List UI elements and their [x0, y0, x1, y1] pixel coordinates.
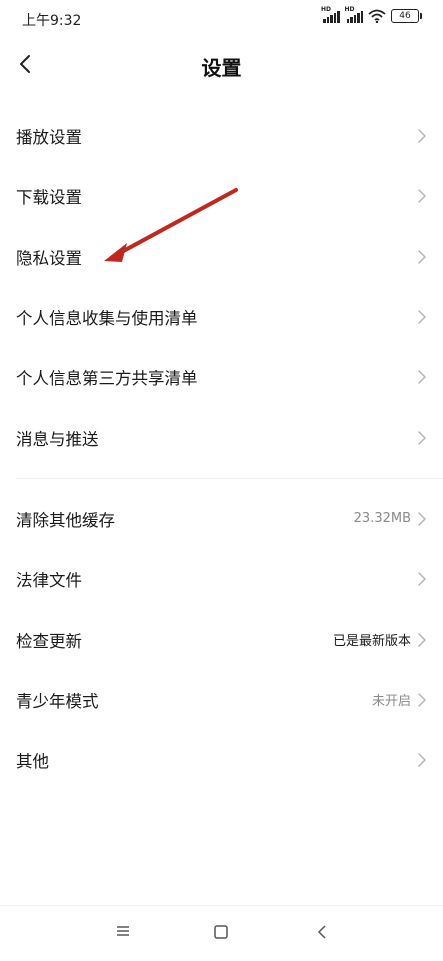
settings-item-label: 下载设置: [16, 188, 82, 208]
signal-icon-2: HD: [345, 6, 363, 23]
chevron-right-icon: [418, 512, 426, 526]
chevron-right-icon: [418, 370, 426, 385]
settings-item-label: 消息与推送: [16, 429, 99, 449]
chevron-right-icon: [418, 753, 426, 767]
menu-icon[interactable]: [115, 924, 131, 938]
battery-icon: 46: [391, 9, 422, 23]
group-divider: [16, 477, 443, 479]
settings-item[interactable]: 清除其他缓存 23.32MB: [0, 489, 443, 549]
settings-item[interactable]: 检查更新 已是最新版本: [0, 609, 443, 669]
settings-item-label: 个人信息收集与使用清单: [16, 309, 198, 329]
signal-icon: HD: [321, 6, 340, 23]
chevron-right-icon: [418, 310, 426, 324]
wifi-icon: [368, 9, 386, 23]
settings-item[interactable]: 法律文件: [0, 549, 443, 609]
back-nav-icon[interactable]: [316, 924, 328, 940]
chevron-right-icon: [418, 249, 426, 264]
settings-item[interactable]: 其他: [0, 730, 443, 790]
chevron-right-icon: [418, 693, 426, 707]
settings-item[interactable]: 个人信息第三方共享清单: [0, 347, 443, 407]
settings-item[interactable]: 个人信息收集与使用清单: [0, 287, 443, 347]
settings-group-2: 清除其他缓存 23.32MB 法律文件检查更新 已是最新版本青少年模式 未开启其他: [0, 489, 443, 790]
page-title: 设置: [201, 56, 242, 80]
settings-item-value: 未开启: [371, 694, 411, 710]
settings-item[interactable]: 隐私设置: [0, 227, 443, 287]
navigation-bar: [0, 905, 443, 961]
settings-item[interactable]: 播放设置: [0, 106, 443, 166]
settings-item-label: 其他: [16, 752, 49, 772]
settings-item-label: 清除其他缓存: [16, 510, 115, 530]
settings-menu: 播放设置 下载设置 隐私设置 个人信息收集与使用清单 个人信息第三方共享清单 消息与推送 …: [0, 106, 443, 790]
settings-item[interactable]: 青少年模式 未开启: [0, 670, 443, 730]
settings-group-1: 播放设置下载设置隐私设置个人信息收集与使用清单 个人信息第三方共享清单 消息与推送: [0, 106, 443, 468]
settings-item-label: 个人信息第三方共享清单: [16, 369, 198, 389]
chevron-right-icon: [418, 129, 426, 143]
settings-item[interactable]: 消息与推送: [0, 407, 443, 467]
chevron-right-icon: [418, 430, 426, 445]
settings-item-label: 播放设置: [16, 128, 82, 148]
header: 设置: [0, 38, 443, 94]
settings-item-value: 已是最新版本: [332, 634, 411, 650]
settings-item-label: 法律文件: [16, 571, 82, 591]
status-icons: HD HD 46: [321, 6, 422, 23]
settings-item-label: 隐私设置: [16, 248, 82, 268]
chevron-right-icon: [418, 632, 426, 647]
chevron-right-icon: [418, 572, 426, 586]
status-bar: 上午9:32 HD HD 46: [0, 0, 443, 38]
status-time: 上午9:32: [22, 13, 82, 29]
home-icon[interactable]: [213, 924, 229, 940]
settings-item-label: 青少年模式: [16, 691, 99, 711]
chevron-right-icon: [418, 189, 426, 204]
settings-item[interactable]: 下载设置: [0, 166, 443, 226]
settings-item-label: 检查更新: [16, 631, 82, 651]
settings-item-value: 23.32MB: [353, 511, 411, 527]
